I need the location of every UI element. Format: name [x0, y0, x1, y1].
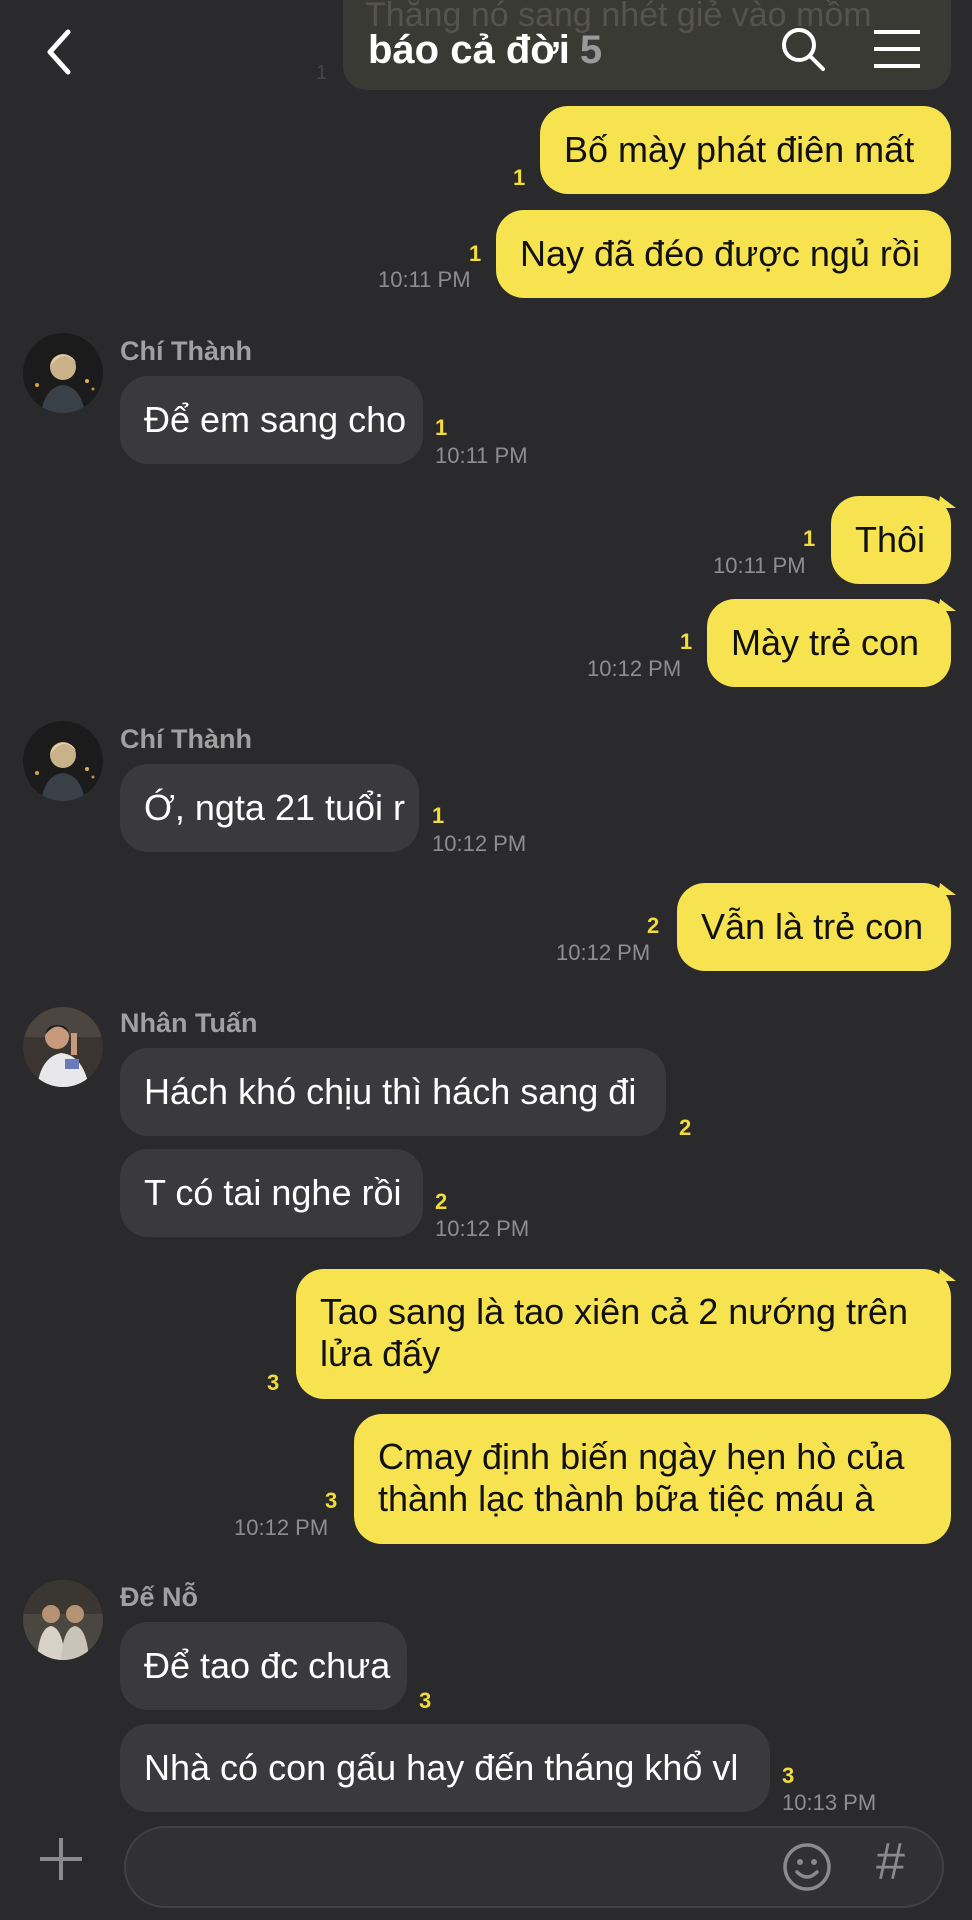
message-text: Vẫn là trẻ con: [701, 906, 924, 947]
read-count: 1: [432, 803, 445, 828]
plus-icon: [40, 1838, 82, 1880]
hamburger-menu-icon: [874, 30, 920, 68]
message-text: T có tai nghe rồi: [144, 1172, 402, 1213]
read-count: 1: [680, 629, 693, 654]
message-text: Ớ, ngta 21 tuổi r: [144, 787, 406, 828]
outgoing-message[interactable]: Nay đã đéo được ngủ rồi: [496, 210, 951, 298]
incoming-message[interactable]: Để tao đc chưa: [120, 1622, 407, 1710]
read-count: 2: [679, 1115, 692, 1140]
sender-name: Đế Nỗ: [120, 1582, 199, 1612]
read-count: 2: [435, 1189, 448, 1214]
incoming-message[interactable]: T có tai nghe rồi: [120, 1149, 423, 1237]
incoming-message[interactable]: Để em sang cho: [120, 376, 423, 464]
message-time: 10:12 PM: [435, 1216, 530, 1241]
avatar-photo: [23, 1580, 103, 1660]
avatar[interactable]: [23, 1007, 103, 1087]
outgoing-message[interactable]: Tao sang là tao xiên cả 2 nướng trên lửa…: [296, 1269, 951, 1399]
hashtag-button[interactable]: #: [876, 1832, 905, 1892]
avatar-photo: [23, 1007, 103, 1087]
read-count: 1: [803, 526, 816, 551]
outgoing-message[interactable]: Cmay định biến ngày hẹn hò của thành lạc…: [354, 1414, 951, 1544]
incoming-message[interactable]: Hách khó chịu thì hách sang đi: [120, 1048, 666, 1136]
message-time: 10:11 PM: [435, 443, 528, 468]
message-time: 10:11 PM: [713, 553, 806, 578]
message-text: Để tao đc chưa: [144, 1645, 391, 1686]
message-time: 10:12 PM: [432, 831, 527, 856]
message-text: Mày trẻ con: [731, 622, 920, 663]
avatar[interactable]: [23, 333, 103, 413]
outgoing-message[interactable]: Vẫn là trẻ con: [677, 883, 951, 971]
message-time: 10:11 PM: [378, 267, 471, 292]
attach-button[interactable]: [38, 1836, 84, 1882]
incoming-message[interactable]: Nhà có con gấu hay đến tháng khổ vl: [120, 1724, 770, 1812]
avatar-photo: [23, 333, 103, 413]
emoji-icon: [783, 1843, 831, 1891]
read-count: 3: [782, 1763, 795, 1788]
read-count: 1: [435, 415, 448, 440]
outgoing-message[interactable]: Mày trẻ con: [707, 599, 951, 687]
read-count: 3: [419, 1688, 432, 1713]
chat-title: báo cả đời 5: [368, 28, 602, 73]
outgoing-message[interactable]: Thôi: [831, 496, 951, 584]
message-text: Tao sang là tao xiên cả 2 nướng trên lửa…: [320, 1291, 909, 1374]
search-button[interactable]: [780, 26, 826, 72]
chat-title-text: báo cả đời: [368, 28, 570, 72]
chat-header: báo cả đời 5: [0, 0, 972, 100]
read-count: 1: [469, 241, 482, 266]
message-text: Bố mày phát điên mất: [564, 129, 915, 170]
avatar-photo: [23, 721, 103, 801]
search-icon: [782, 28, 825, 71]
message-text: Nay đã đéo được ngủ rồi: [520, 233, 920, 274]
avatar[interactable]: [23, 721, 103, 801]
chevron-left-icon: [47, 29, 71, 75]
read-count: 1: [513, 165, 526, 190]
message-text: Thôi: [855, 519, 926, 560]
message-text: Để em sang cho: [144, 399, 407, 440]
composer-bar: #: [0, 1812, 972, 1920]
menu-button[interactable]: [872, 28, 922, 70]
message-time: 10:12 PM: [587, 656, 682, 681]
message-text: Cmay định biến ngày hẹn hò của thành lạc…: [378, 1436, 905, 1519]
member-count: 5: [579, 28, 603, 72]
outgoing-message[interactable]: Bố mày phát điên mất: [540, 106, 951, 194]
sender-name: Nhân Tuấn: [120, 1008, 258, 1038]
back-button[interactable]: [40, 22, 80, 82]
sender-name: Chí Thành: [120, 724, 252, 754]
read-count: 3: [267, 1370, 280, 1395]
message-text: Hách khó chịu thì hách sang đi: [144, 1071, 637, 1112]
sender-name: Chí Thành: [120, 336, 252, 366]
read-count: 2: [647, 913, 660, 938]
message-time: 10:12 PM: [556, 940, 651, 965]
incoming-message[interactable]: Ớ, ngta 21 tuổi r: [120, 764, 419, 852]
avatar[interactable]: [23, 1580, 103, 1660]
read-count: 3: [325, 1488, 338, 1513]
message-text: Nhà có con gấu hay đến tháng khổ vl: [144, 1747, 739, 1788]
emoji-button[interactable]: [782, 1842, 832, 1892]
message-time: 10:12 PM: [234, 1515, 329, 1540]
